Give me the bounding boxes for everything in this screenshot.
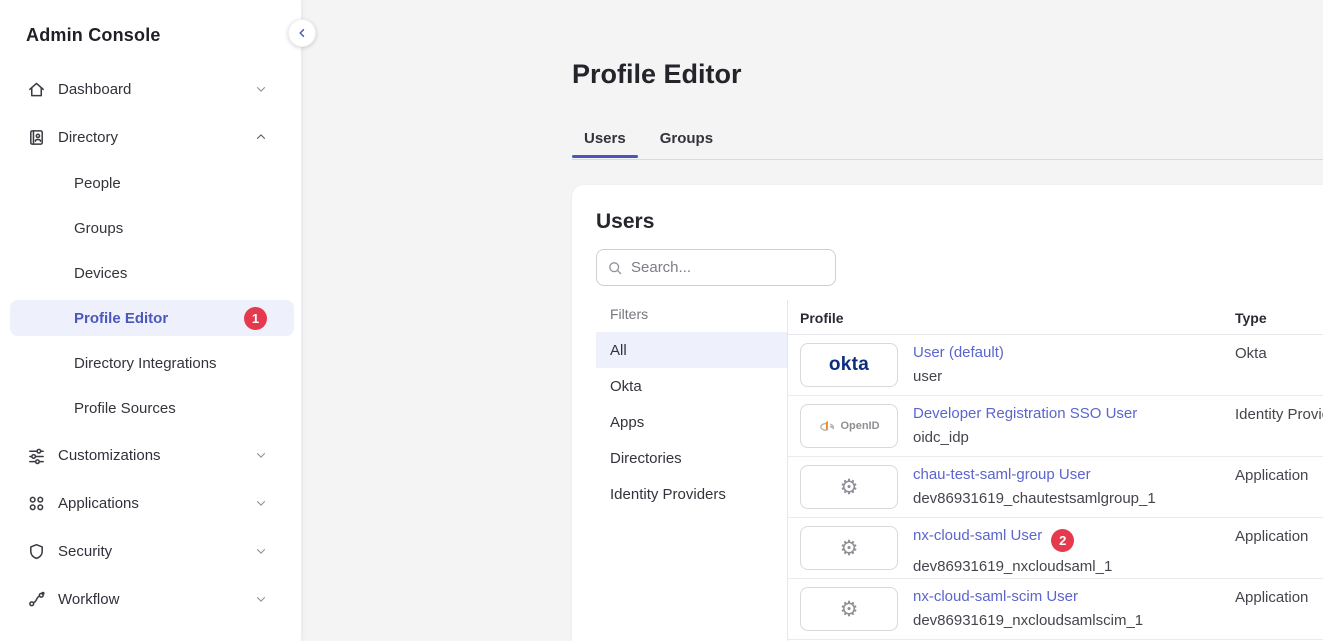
profile-subtitle: dev86931619_chautestsamlgroup_1	[913, 490, 1156, 507]
sidebar-item-dashboard[interactable]: Dashboard	[10, 70, 292, 108]
table-row: ⚙︎ nx-cloud-saml-scim User dev86931619_n…	[787, 579, 1323, 640]
tab-users[interactable]: Users	[572, 122, 638, 158]
profile-type: Application	[1235, 528, 1308, 545]
admin-console-page: Profile Editor Users Groups Users Filter…	[0, 0, 1323, 641]
panel-title: Users	[596, 210, 654, 234]
tab-groups[interactable]: Groups	[648, 122, 725, 158]
workflow-icon	[26, 589, 46, 609]
sidebar-item-groups[interactable]: Groups	[10, 210, 294, 246]
sidebar-item-directory[interactable]: Directory	[10, 118, 292, 156]
profile-link-dev-registration-sso[interactable]: Developer Registration SSO User	[913, 405, 1137, 422]
apps-grid-icon	[26, 493, 46, 513]
table-row: ⚙︎ chau-test-saml-group User dev86931619…	[787, 457, 1323, 518]
gear-icon: ⚙︎	[800, 526, 898, 570]
profile-link-user-default[interactable]: User (default)	[913, 344, 1004, 361]
sidebar-item-workflow[interactable]: Workflow	[10, 580, 292, 618]
profile-type: Identity Provider	[1235, 406, 1323, 423]
search-icon	[607, 260, 623, 276]
filter-apps[interactable]: Apps	[596, 404, 787, 440]
chevron-left-icon	[296, 27, 308, 39]
step-badge-2: 2	[1051, 529, 1074, 552]
column-header-type: Type	[1235, 310, 1267, 326]
step-badge-1: 1	[244, 307, 267, 330]
chevron-up-icon	[254, 130, 268, 144]
profile-type: Okta	[1235, 345, 1267, 362]
sidebar-item-customizations[interactable]: Customizations	[10, 436, 292, 474]
profile-subtitle: dev86931619_nxcloudsaml_1	[913, 558, 1112, 575]
tab-bar: Users Groups	[572, 122, 725, 158]
sidebar-item-people[interactable]: People	[10, 165, 294, 201]
sliders-icon	[26, 445, 46, 465]
filter-directories[interactable]: Directories	[596, 440, 787, 476]
filter-okta[interactable]: Okta	[596, 368, 787, 404]
profile-link-chau-test-saml-group[interactable]: chau-test-saml-group User	[913, 466, 1091, 483]
profile-type: Application	[1235, 589, 1308, 606]
chevron-down-icon	[254, 82, 268, 96]
search-input-wrap[interactable]	[596, 249, 836, 286]
sidebar: Admin Console Dashboard Directory People…	[0, 0, 302, 641]
filter-all[interactable]: All	[596, 332, 787, 368]
profile-subtitle: oidc_idp	[913, 429, 1137, 446]
okta-logo: okta	[800, 343, 898, 387]
search-input[interactable]	[631, 259, 825, 276]
home-icon	[26, 79, 46, 99]
profile-subtitle: user	[913, 368, 1004, 385]
table-row: ⚙︎ nx-cloud-saml User 2 dev86931619_nxclo…	[787, 518, 1323, 579]
filters-label: Filters	[610, 306, 648, 322]
gear-icon: ⚙︎	[800, 587, 898, 631]
profiles-table: Profile Type okta User (default) user Ok…	[787, 300, 1323, 641]
chevron-down-icon	[254, 448, 268, 462]
sidebar-item-devices[interactable]: Devices	[10, 255, 294, 291]
filter-identity-providers[interactable]: Identity Providers	[596, 476, 787, 512]
app-title: Admin Console	[26, 25, 161, 46]
column-header-profile: Profile	[800, 310, 844, 326]
openid-logo: OpenID	[800, 404, 898, 448]
chevron-down-icon	[254, 544, 268, 558]
sidebar-item-directory-integrations[interactable]: Directory Integrations	[10, 345, 294, 381]
table-row: OpenID Developer Registration SSO User o…	[787, 396, 1323, 457]
users-panel: Users Filters All Okta Apps Directories …	[572, 185, 1323, 641]
sidebar-item-applications[interactable]: Applications	[10, 484, 292, 522]
chevron-down-icon	[254, 592, 268, 606]
chevron-down-icon	[254, 496, 268, 510]
profile-link-nx-cloud-saml[interactable]: nx-cloud-saml User	[913, 527, 1042, 544]
page-title: Profile Editor	[572, 59, 742, 90]
bar-chart-icon	[26, 637, 46, 641]
directory-icon	[26, 127, 46, 147]
profile-type: Application	[1235, 467, 1308, 484]
table-row: okta User (default) user Okta	[787, 335, 1323, 396]
sidebar-item-profile-editor[interactable]: Profile Editor 1	[10, 300, 294, 336]
sidebar-item-reports[interactable]	[10, 628, 292, 641]
openid-icon	[818, 417, 836, 435]
tab-divider	[572, 159, 1323, 160]
sidebar-collapse-button[interactable]	[288, 19, 316, 47]
table-header: Profile Type	[787, 300, 1323, 335]
profile-link-nx-cloud-saml-scim[interactable]: nx-cloud-saml-scim User	[913, 588, 1078, 605]
profile-subtitle: dev86931619_nxcloudsamlscim_1	[913, 612, 1143, 629]
sidebar-item-security[interactable]: Security	[10, 532, 292, 570]
shield-icon	[26, 541, 46, 561]
sidebar-item-profile-sources[interactable]: Profile Sources	[10, 390, 294, 426]
gear-icon: ⚙︎	[800, 465, 898, 509]
